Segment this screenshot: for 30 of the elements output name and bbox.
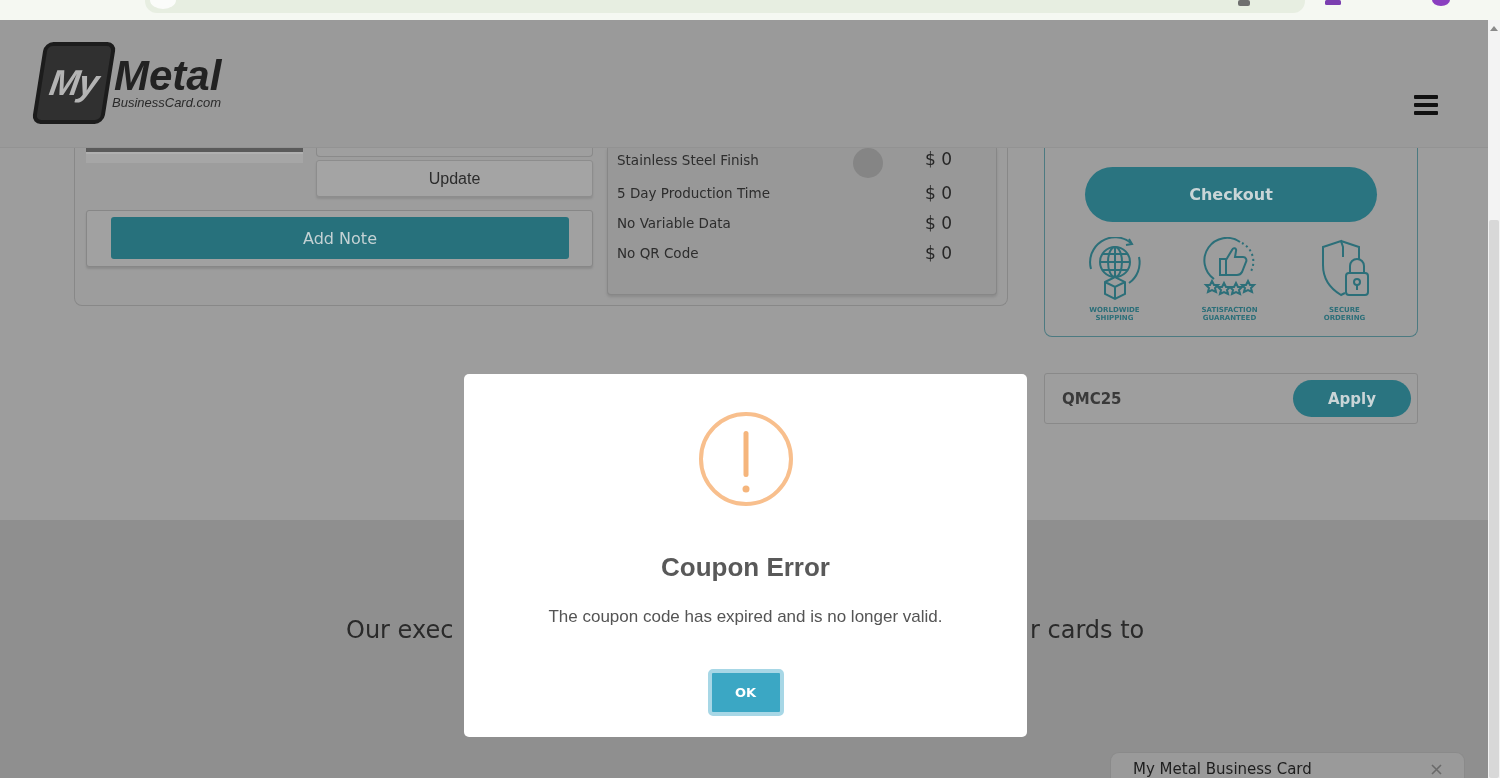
caret-up-icon[interactable] [1490,26,1498,31]
section-text: r cards to [1030,616,1145,644]
option-price: $ 0 [924,149,953,169]
scrollbar[interactable] [1488,20,1500,778]
option-label: 5 Day Production Time [617,184,771,202]
extension-icon[interactable] [1325,0,1341,5]
dialog-message: The coupon code has expired and is no longer valid. [548,606,943,628]
menu-icon[interactable] [1414,95,1438,115]
update-button[interactable]: Update [316,160,593,197]
apply-button[interactable]: Apply [1293,380,1411,417]
toolbar-icon[interactable] [1238,0,1250,6]
option-price: $ 0 [924,243,953,263]
add-note-button[interactable]: Add Note [111,217,569,259]
checkout-button[interactable]: Checkout [1085,167,1377,222]
option-price: $ 0 [924,213,953,233]
section-text: Our exec [346,616,454,644]
option-label: No Variable Data [617,214,732,232]
close-icon[interactable] [1431,764,1442,775]
ok-button[interactable]: OK [707,669,784,716]
option-label: Stainless Steel Finish [617,151,760,169]
option-price: $ 0 [924,183,953,203]
chat-title: My Metal Business Card [1133,761,1312,778]
profile-icon[interactable] [1432,0,1450,6]
warning-icon [698,412,793,506]
site-info-icon[interactable] [150,0,176,9]
chat-widget[interactable]: My Metal Business Card [1110,752,1465,778]
site-logo[interactable]: My Metal BusinessCard.com [32,42,222,126]
scrollbar-thumb[interactable] [1489,220,1499,778]
option-label: No QR Code [617,244,700,262]
dialog-title: Coupon Error [661,551,830,583]
